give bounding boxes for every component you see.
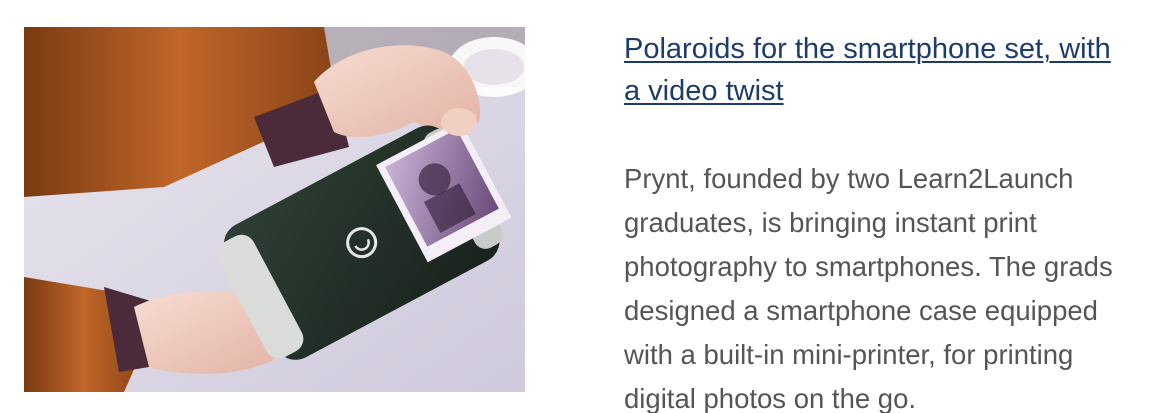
- photo-illustration: [24, 27, 525, 392]
- article-teaser: Polaroids for the smartphone set, with a…: [0, 0, 1151, 413]
- article-summary: Prynt, founded by two Learn2Launch gradu…: [624, 163, 1113, 413]
- article-thumbnail-image[interactable]: [24, 27, 525, 392]
- article-headline-link[interactable]: Polaroids for the smartphone set, with a…: [624, 33, 1111, 107]
- headline-container: Polaroids for the smartphone set, with a…: [624, 28, 1124, 112]
- article-text-column: Polaroids for the smartphone set, with a…: [624, 28, 1144, 413]
